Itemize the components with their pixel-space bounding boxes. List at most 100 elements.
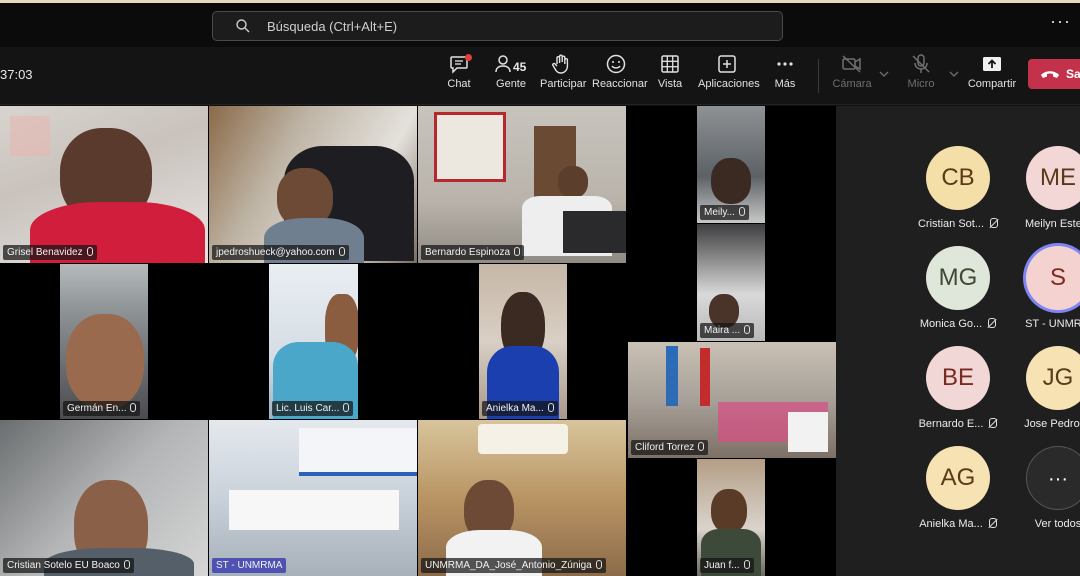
mic-icon (338, 247, 345, 256)
avatar: CB (926, 146, 990, 210)
mic-icon (698, 442, 705, 451)
mic-button[interactable]: Micro (904, 53, 938, 101)
video-tile[interactable]: Meily... (697, 106, 765, 223)
mic-options-chevron-icon[interactable] (949, 69, 959, 79)
video-tile[interactable]: Lic. Luis Car... (269, 264, 358, 419)
participant-name-tag: Lic. Luis Car... (272, 401, 354, 416)
avatar: ME (1026, 146, 1080, 210)
mic-off-icon (988, 518, 997, 528)
participant-name-tag: Juan f... (700, 558, 754, 573)
avatar: S (1026, 246, 1080, 310)
participant-name-tag: UNMRMA_DA_José_Antonio_Zúniga (421, 558, 606, 573)
raise-hand-button[interactable]: Participar (540, 53, 586, 101)
video-tile[interactable]: UNMRMA_DA_José_Antonio_Zúniga (418, 420, 626, 576)
ellipsis-icon: ··· (1026, 446, 1080, 510)
participant-name-tag: Bernardo Espinoza (421, 245, 525, 260)
participant-card[interactable]: BE Bernardo E... (908, 346, 1008, 446)
video-tile[interactable]: Grisel Benavidez (0, 106, 208, 263)
people-label: Gente (496, 78, 526, 90)
participant-name-tag: ST - UNMRMA (212, 558, 287, 573)
search-placeholder: Búsqueda (Ctrl+Alt+E) (267, 19, 398, 34)
participant-name-tag: Cliford Torrez (631, 440, 709, 455)
mic-icon (123, 560, 130, 569)
video-tile[interactable]: Germán En... (60, 264, 148, 419)
hang-up-icon (1041, 71, 1059, 78)
hand-icon (552, 54, 569, 74)
participant-name-tag: Maira ... (700, 323, 755, 338)
title-bar: Búsqueda (Ctrl+Alt+E) ··· (0, 3, 1080, 47)
avatar: BE (926, 346, 990, 410)
view-all-button[interactable]: ··· Ver todos (1008, 446, 1080, 546)
participant-name: ST - UNMRM (1025, 318, 1080, 330)
video-tile[interactable]: ST - UNMRMA (209, 420, 417, 576)
more-options-icon[interactable]: ··· (1050, 11, 1071, 32)
view-label: Vista (657, 78, 683, 90)
participant-name-tag: Cristian Sotelo EU Boaco (3, 558, 134, 573)
participant-card[interactable]: JG Jose Pedro ... (1008, 346, 1080, 446)
participants-panel: CB Cristian Sot... ME Meilyn Este... MG … (836, 106, 1080, 576)
more-button[interactable]: Más (770, 53, 800, 101)
react-label: Reaccionar (592, 78, 648, 90)
share-screen-icon (983, 57, 1001, 71)
react-button[interactable]: Reaccionar (592, 53, 648, 101)
mic-icon (738, 207, 745, 216)
participant-card[interactable]: AG Anielka Ma... (908, 446, 1008, 546)
participant-name: Bernardo E... (908, 418, 1008, 430)
toolbar-divider (818, 59, 819, 93)
video-tile[interactable]: Maira ... (697, 224, 765, 341)
video-tile[interactable]: Anielka Ma... (479, 264, 567, 419)
chat-label: Chat (447, 78, 471, 90)
apps-button[interactable]: Aplicaciones (698, 53, 760, 101)
participant-name: Meilyn Este... (1024, 218, 1080, 230)
mic-icon (547, 403, 554, 412)
participant-name: Monica Go... (908, 318, 1008, 330)
participant-name-tag: Germán En... (63, 401, 141, 416)
mic-icon (744, 325, 751, 334)
mic-icon (86, 247, 93, 256)
share-label: Compartir (967, 78, 1017, 90)
search-input[interactable]: Búsqueda (Ctrl+Alt+E) (212, 11, 783, 41)
participant-card[interactable]: S ST - UNMRM (1008, 246, 1080, 346)
add-app-icon (718, 55, 736, 73)
chat-button[interactable]: Chat (440, 53, 478, 101)
participant-card[interactable]: ME Meilyn Este... (1008, 146, 1080, 246)
share-button[interactable]: Compartir (966, 53, 1018, 101)
view-button[interactable]: Vista (654, 53, 686, 101)
participant-name: Jose Pedro ... (1024, 418, 1080, 430)
video-tile[interactable]: Cristian Sotelo EU Boaco (0, 420, 208, 576)
mic-off-icon (912, 54, 930, 73)
camera-off-icon (842, 55, 861, 73)
search-icon (236, 19, 250, 33)
grid-view-icon (661, 55, 679, 73)
mic-icon (595, 560, 602, 569)
chat-notification-dot (465, 54, 472, 61)
apps-label: Aplicaciones (698, 78, 760, 90)
participant-card[interactable]: MG Monica Go... (908, 246, 1008, 346)
meeting-timer: 37:03 (0, 67, 33, 82)
mic-off-icon (989, 418, 998, 428)
video-tile[interactable]: Juan f... (697, 459, 765, 576)
meeting-toolbar: 37:03 Chat 45 Gente Participar Reacciona… (0, 47, 1080, 105)
ellipsis-icon (777, 62, 793, 66)
camera-label: Cámara (832, 78, 872, 90)
camera-options-chevron-icon[interactable] (879, 69, 889, 79)
video-stage: Grisel Benavidez jpedroshueck@yahoo.com … (0, 106, 836, 576)
participant-name-tag: jpedroshueck@yahoo.com (212, 245, 349, 260)
leave-label: Sa (1066, 67, 1080, 81)
avatar: MG (926, 246, 990, 310)
people-count: 45 (513, 60, 527, 74)
people-button[interactable]: 45 Gente (492, 53, 530, 101)
mic-off-icon (990, 218, 999, 228)
mic-icon (743, 560, 750, 569)
video-tile[interactable]: Bernardo Espinoza (418, 106, 626, 263)
leave-button[interactable]: Sa (1028, 59, 1080, 89)
view-all-label: Ver todos (1034, 518, 1080, 530)
smiley-icon (606, 54, 626, 74)
camera-button[interactable]: Cámara (832, 53, 872, 101)
avatar: AG (926, 446, 990, 510)
video-tile[interactable]: jpedroshueck@yahoo.com (209, 106, 417, 263)
participant-card[interactable]: CB Cristian Sot... (908, 146, 1008, 246)
more-label: Más (774, 78, 796, 90)
video-tile[interactable]: Cliford Torrez (628, 342, 836, 458)
participant-name: Cristian Sot... (908, 218, 1008, 230)
